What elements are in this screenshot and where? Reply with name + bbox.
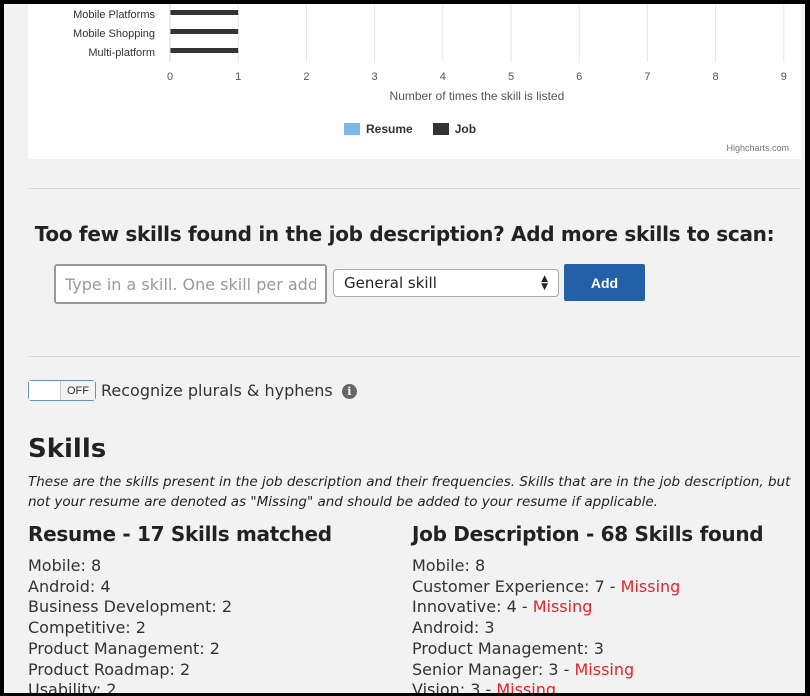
skill-text: Innovative: 4 - (412, 597, 533, 617)
bar-job (170, 29, 239, 34)
legend-item-job[interactable]: Job (432, 122, 477, 136)
skill-text: Mobile: 8 (412, 556, 486, 575)
list-item: Product Management: 3 (412, 639, 763, 660)
skill-type-select[interactable]: General skill ▲ ▼ (333, 269, 559, 297)
chart-canvas: Mobile Platforms Mobile Shopping Multi-pla… (73, 4, 787, 103)
plurals-label: Recognize plurals & hyphens (101, 381, 333, 400)
x-tick-label: 9 (781, 71, 787, 83)
skills-heading: Skills (28, 434, 107, 464)
x-tick-label: 5 (508, 71, 514, 83)
toggle-state: OFF (61, 381, 95, 400)
skills-description: These are the skills present in the job … (28, 474, 791, 510)
skill-text: Customer Experience: 7 - (412, 576, 621, 596)
list-item: Usability: 2 (28, 680, 117, 693)
job-skills-title: Job Description - 68 Skills found (412, 522, 764, 546)
legend-label-job: Job (454, 122, 477, 136)
x-tick-label: 6 (576, 71, 582, 83)
plurals-toggle[interactable]: OFF (28, 380, 96, 401)
legend-swatch-resume (344, 123, 360, 135)
list-item: Customer Experience: 7 - Missing (412, 577, 763, 598)
missing-tag: Missing (574, 659, 635, 679)
select-arrows-icon: ▲ ▼ (541, 274, 548, 292)
divider (28, 356, 801, 357)
toggle-knob (29, 381, 61, 400)
list-item: Innovative: 4 - Missing (412, 597, 763, 618)
chart-legend: Resume Job (344, 122, 476, 136)
list-item: Senior Manager: 3 - Missing (412, 660, 763, 681)
skill-text: Senior Manager: 3 - (412, 659, 575, 679)
divider (28, 188, 801, 189)
resume-skills-column: Resume - 17 Skills matched Mobile: 8 And… (28, 522, 332, 693)
job-skills-column: Job Description - 68 Skills found Mobile… (412, 522, 764, 693)
list-item: Android: 4 (28, 576, 111, 596)
page-frame: Mobile Platforms Mobile Shopping Multi-pla… (4, 4, 805, 693)
x-tick-label: 8 (713, 71, 719, 83)
list-item: Mobile: 8 (412, 556, 763, 577)
list-item: Business Development: 2 (28, 597, 233, 617)
list-item: Product Management: 2 (28, 638, 220, 658)
skill-text: Android: 3 (412, 618, 495, 638)
legend-item-resume[interactable]: Resume (344, 122, 413, 136)
missing-tag: Missing (496, 680, 557, 693)
bar-job (170, 10, 239, 15)
chart-credits-link[interactable]: Highcharts.com (726, 143, 789, 153)
x-tick-label: 7 (644, 71, 650, 83)
x-tick-label: 4 (440, 71, 446, 83)
add-skills-prompt: Too few skills found in the job descript… (34, 222, 775, 246)
list-item: Mobile: 8 (28, 556, 102, 575)
x-tick-label: 1 (235, 71, 241, 83)
missing-tag: Missing (620, 576, 681, 596)
category-label: Mobile Shopping (73, 28, 155, 40)
skill-text: Product Management: 3 (412, 638, 604, 658)
plurals-label-row: Recognize plurals & hyphens i (101, 381, 357, 400)
list-item: Product Roadmap: 2 (28, 659, 191, 679)
bar-job (170, 48, 239, 53)
skills-chart: Mobile Platforms Mobile Shopping Multi-pla… (28, 4, 801, 159)
list-item: Android: 3 (412, 618, 763, 639)
missing-tag: Missing (532, 597, 593, 617)
list-item: Vision: 3 - Missing (412, 680, 763, 693)
x-axis-label: Number of times the skill is listed (390, 89, 565, 103)
skill-input[interactable] (54, 264, 327, 304)
add-skill-button[interactable]: Add (564, 264, 645, 301)
category-label: Mobile Platforms (73, 9, 155, 21)
resume-skills-title: Resume - 17 Skills matched (28, 522, 332, 546)
x-tick-label: 3 (372, 71, 378, 83)
legend-label-resume: Resume (366, 122, 413, 136)
x-tick-label: 2 (303, 71, 309, 83)
category-label: Multi-platform (88, 47, 155, 59)
list-item: Competitive: 2 (28, 618, 146, 638)
info-icon[interactable]: i (341, 384, 357, 399)
skill-type-value: General skill (344, 274, 437, 292)
x-tick-label: 0 (167, 71, 173, 83)
skill-text: Vision: 3 - (412, 680, 497, 693)
legend-swatch-job (432, 123, 449, 135)
